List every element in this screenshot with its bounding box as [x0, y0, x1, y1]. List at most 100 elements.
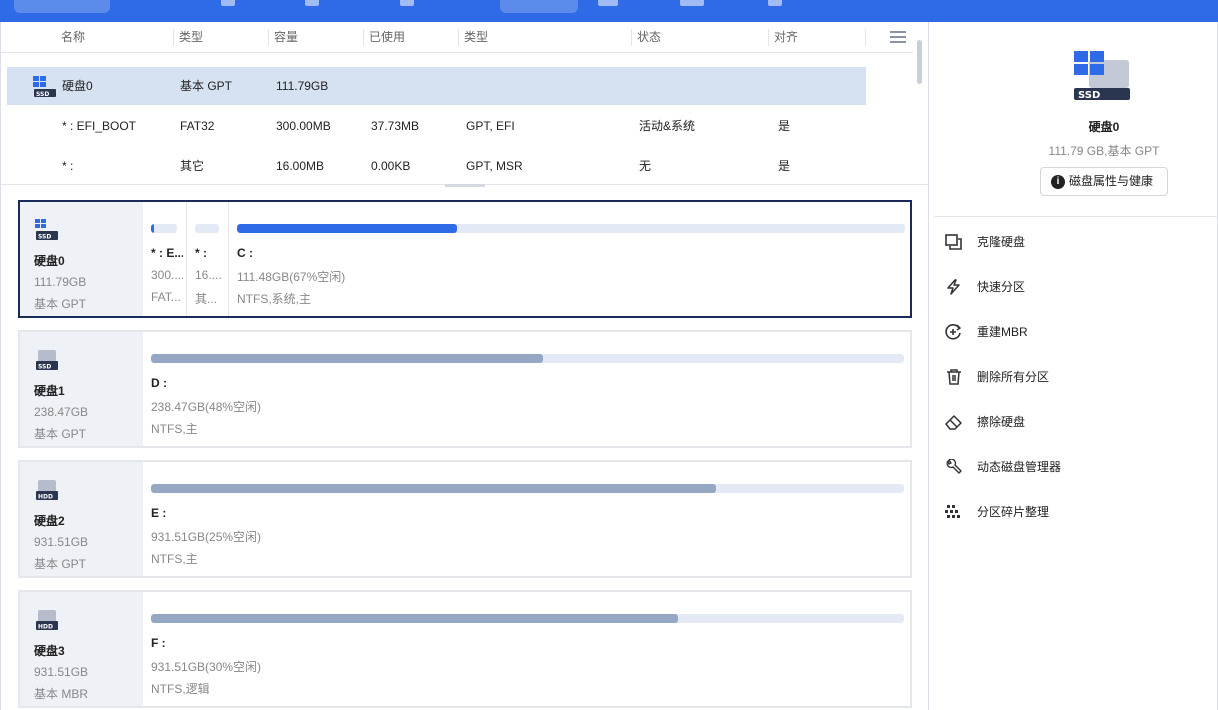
- disk-card-1[interactable]: SSD 硬盘1 238.47GB 基本 GPT D : 238.47GB(48%…: [18, 330, 912, 448]
- row-type: 其它: [180, 159, 205, 173]
- action-label: 动态磁盘管理器: [977, 460, 1062, 474]
- action-label: 分区碎片整理: [977, 505, 1050, 519]
- row-used: 0.00KB: [371, 159, 411, 173]
- action-rebuild-mbr[interactable]: 重建MBR: [945, 320, 1205, 344]
- disk-size: 931.51GB: [34, 665, 89, 679]
- col-type[interactable]: 类型: [173, 22, 203, 53]
- right-panel: SSD 硬盘0 111.79 GB,基本 GPT i 磁盘属性与健康 克隆硬盘 …: [928, 22, 1218, 710]
- panel-divider: [934, 216, 1218, 217]
- table-row-partition[interactable]: * : EFI_BOOT FAT32 300.00MB 37.73MB GPT,…: [7, 107, 866, 145]
- table-row-disk0[interactable]: SSD 硬盘0 基本 GPT 111.79GB: [7, 67, 866, 105]
- wrench-icon: [946, 459, 962, 474]
- col-align[interactable]: 对齐: [768, 22, 798, 53]
- partition-fs: NTFS,主: [151, 422, 198, 436]
- disk-properties-button[interactable]: i 磁盘属性与健康: [1040, 167, 1168, 196]
- partition-size: 16....: [195, 268, 222, 282]
- disk-type: 基本 GPT: [34, 427, 87, 441]
- row-align: 是: [778, 159, 791, 173]
- usage-bar: [151, 224, 177, 233]
- row-name: * :: [62, 159, 74, 173]
- partition-block[interactable]: F : 931.51GB(30%空闲) NTFS,逻辑: [143, 592, 910, 706]
- row-capacity: 16.00MB: [276, 159, 325, 173]
- partition-label: F :: [151, 636, 166, 650]
- toolbar-icon-4[interactable]: [598, 0, 618, 6]
- partition-block[interactable]: E : 931.51GB(25%空闲) NTFS,主: [143, 462, 910, 576]
- partition-size: 931.51GB(30%空闲): [151, 660, 262, 674]
- usage-fill: [151, 484, 716, 493]
- col-fstype[interactable]: 类型: [458, 22, 488, 53]
- usage-bar: [151, 614, 904, 623]
- column-menu-icon[interactable]: [890, 31, 906, 43]
- partition-fs: NTFS,主: [151, 552, 198, 566]
- usage-bar: [237, 224, 905, 233]
- main-area: 名称 类型 容量 已使用 类型 状态 对齐 SSD 硬盘0 基本 GPT 111…: [0, 22, 929, 710]
- table-scrollbar[interactable]: [917, 40, 922, 84]
- usage-fill: [237, 224, 458, 233]
- action-label: 重建MBR: [977, 325, 1028, 339]
- row-capacity: 111.79GB: [276, 79, 329, 93]
- row-name: 硬盘0: [62, 79, 93, 93]
- col-used[interactable]: 已使用: [363, 22, 405, 53]
- action-label: 快速分区: [977, 280, 1026, 294]
- row-align: 是: [778, 119, 791, 133]
- toolbar-icon-3[interactable]: [400, 0, 414, 6]
- col-capacity[interactable]: 容量: [268, 22, 298, 53]
- disk-info: HDD 硬盘2 931.51GB 基本 GPT: [20, 462, 143, 576]
- toolbar-icon-1[interactable]: [221, 0, 235, 6]
- disk-card-3[interactable]: HDD 硬盘3 931.51GB 基本 MBR F : 931.51GB(30%…: [18, 590, 912, 708]
- toolbar-icon-2[interactable]: [305, 0, 319, 6]
- ssd-icon: SSD: [33, 76, 56, 98]
- disk-name: 硬盘1: [34, 384, 65, 398]
- usage-bar: [151, 484, 904, 493]
- partition-fs: FAT...: [151, 290, 181, 304]
- action-clone-disk[interactable]: 克隆硬盘: [945, 230, 1205, 254]
- action-label: 克隆硬盘: [977, 235, 1026, 249]
- action-quick-partition[interactable]: 快速分区: [945, 275, 1205, 299]
- action-defragment[interactable]: 分区碎片整理: [945, 500, 1205, 524]
- ssd-icon: SSD: [35, 219, 58, 241]
- disk-size: 931.51GB: [34, 535, 89, 549]
- lightning-icon: [947, 279, 960, 295]
- hdd-icon: HDD: [36, 610, 58, 631]
- partition-size: 931.51GB(25%空闲): [151, 530, 262, 544]
- selected-disk-info: 111.79 GB,基本 GPT: [1048, 144, 1160, 158]
- col-name[interactable]: 名称: [55, 22, 85, 53]
- toolbar-tab-home[interactable]: [14, 0, 110, 13]
- row-status: 活动&系统: [639, 119, 696, 133]
- row-used: 37.73MB: [371, 119, 420, 133]
- action-label: 擦除硬盘: [977, 415, 1026, 429]
- disk-info: SSD 硬盘1 238.47GB 基本 GPT: [20, 332, 143, 446]
- usage-fill: [151, 614, 679, 623]
- partition-block[interactable]: * : E... 300.... FAT...: [143, 202, 186, 316]
- info-icon: i: [1051, 175, 1065, 189]
- svg-text:SSD: SSD: [1078, 90, 1100, 101]
- partition-label: * :: [195, 246, 207, 260]
- selected-disk-name: 硬盘0: [1088, 120, 1120, 134]
- defrag-icon: [945, 505, 960, 518]
- table-row-partition[interactable]: * : 其它 16.00MB 0.00KB GPT, MSR 无 是: [7, 147, 866, 185]
- disk-name: 硬盘2: [34, 514, 65, 528]
- disk-type: 基本 MBR: [34, 687, 89, 701]
- partition-size: 111.48GB(67%空闲): [237, 270, 346, 284]
- col-status[interactable]: 状态: [631, 22, 661, 53]
- toolbar-tab-active[interactable]: [500, 0, 578, 13]
- usage-bar: [195, 224, 219, 233]
- pane-resize-handle[interactable]: [445, 184, 485, 187]
- disk-card-2[interactable]: HDD 硬盘2 931.51GB 基本 GPT E : 931.51GB(25%…: [18, 460, 912, 578]
- partition-fs: NTFS,逻辑: [151, 682, 210, 696]
- action-dynamic-disk-manager[interactable]: 动态磁盘管理器: [945, 455, 1205, 479]
- hdd-icon: HDD: [36, 480, 58, 501]
- row-fstype: GPT, MSR: [466, 159, 523, 173]
- action-delete-all-partitions[interactable]: 删除所有分区: [945, 365, 1205, 389]
- partition-block[interactable]: C : 111.48GB(67%空闲) NTFS,系统,主: [228, 202, 910, 316]
- row-type: 基本 GPT: [180, 79, 233, 93]
- partition-block[interactable]: * : 16.... 其...: [186, 202, 228, 316]
- toolbar-icon-6[interactable]: [768, 0, 782, 6]
- toolbar-icon-5[interactable]: [680, 0, 704, 6]
- action-wipe-disk[interactable]: 擦除硬盘: [945, 410, 1205, 434]
- row-fstype: GPT, EFI: [466, 119, 515, 133]
- disk-card-0[interactable]: SSD 硬盘0 111.79GB 基本 GPT * : E... 300....…: [18, 200, 912, 318]
- clone-icon: [945, 234, 962, 250]
- col-divider[interactable]: [865, 29, 866, 46]
- partition-block[interactable]: D : 238.47GB(48%空闲) NTFS,主: [143, 332, 910, 446]
